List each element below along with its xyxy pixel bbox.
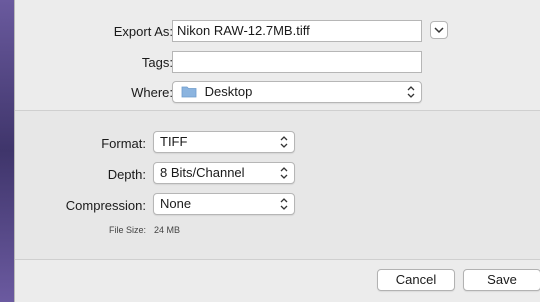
save-location-pane: Export As: Nikon RAW-12.7MB.tiff Tags: W… — [15, 0, 540, 111]
dialog-button-bar: Cancel Save — [15, 260, 540, 302]
folder-icon — [181, 86, 197, 98]
cancel-button[interactable]: Cancel — [377, 269, 455, 291]
updown-arrows-icon — [407, 86, 415, 98]
format-value: TIFF — [160, 134, 188, 149]
export-options-pane: Format: TIFF Depth: 8 Bits/Channel Compr… — [15, 111, 540, 260]
export-as-field[interactable]: Nikon RAW-12.7MB.tiff — [172, 20, 422, 42]
tags-field[interactable] — [172, 51, 422, 73]
expand-dialog-button[interactable] — [430, 21, 448, 39]
updown-arrows-icon — [280, 198, 288, 210]
desktop-background — [0, 0, 14, 302]
compression-popup[interactable]: None — [153, 193, 295, 215]
depth-popup[interactable]: 8 Bits/Channel — [153, 162, 295, 184]
format-label: Format: — [101, 136, 146, 151]
tags-label: Tags: — [141, 55, 173, 70]
compression-value: None — [160, 196, 192, 211]
file-size-label: File Size: — [108, 225, 146, 235]
where-label: Where: — [131, 85, 173, 100]
chevron-down-icon — [434, 27, 444, 34]
file-size-value: 24 MB — [154, 225, 181, 235]
format-popup[interactable]: TIFF — [153, 131, 295, 153]
where-popup[interactable]: Desktop — [172, 81, 422, 103]
updown-arrows-icon — [280, 136, 288, 148]
export-dialog: Export As: Nikon RAW-12.7MB.tiff Tags: W… — [14, 0, 540, 302]
save-button[interactable]: Save — [463, 269, 540, 291]
where-value: Desktop — [204, 84, 253, 99]
export-as-label: Export As: — [113, 24, 173, 39]
updown-arrows-icon — [280, 167, 288, 179]
depth-label: Depth: — [107, 167, 146, 182]
compression-label: Compression: — [65, 198, 146, 213]
depth-value: 8 Bits/Channel — [160, 165, 245, 180]
